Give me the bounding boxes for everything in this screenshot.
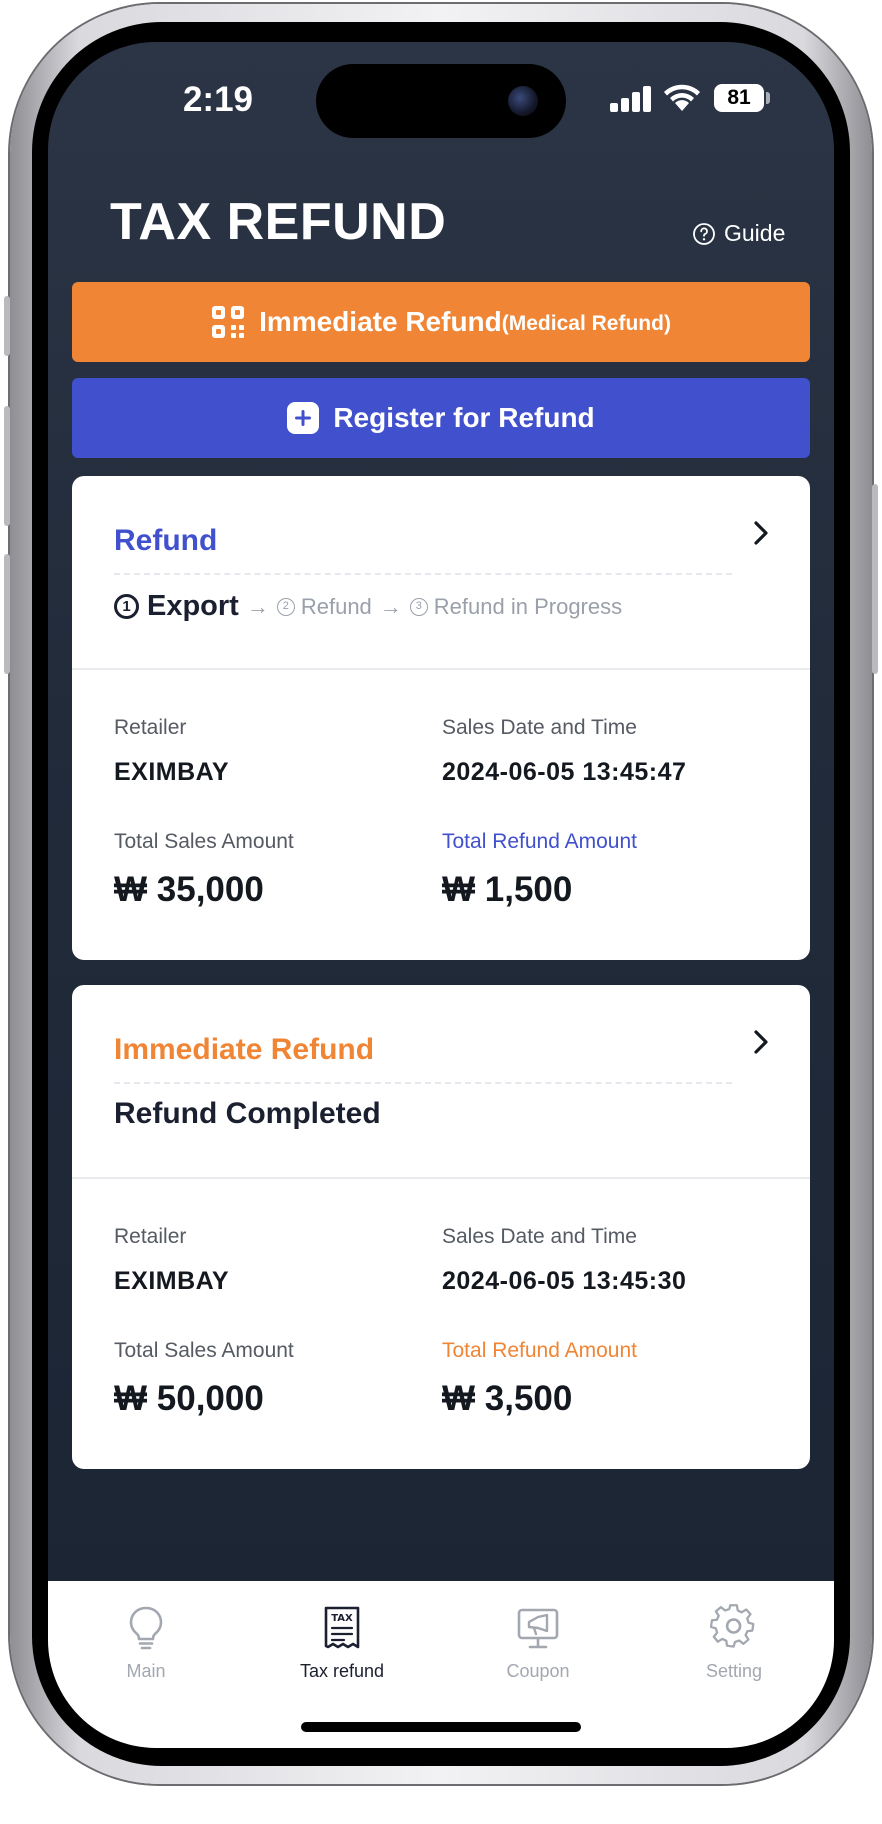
tab-setting[interactable]: Setting bbox=[636, 1603, 832, 1682]
refund-card[interactable]: Refund 1 Export → 2 Refund → 3 Refund in… bbox=[72, 476, 810, 960]
retailer-value: EXIMBAY bbox=[114, 1267, 230, 1295]
immediate-refund-sublabel: (Medical Refund) bbox=[501, 312, 671, 335]
guide-link[interactable]: Guide bbox=[692, 220, 785, 247]
lightbulb-icon bbox=[129, 1606, 163, 1650]
immediate-refund-button[interactable]: Immediate Refund (Medical Refund) bbox=[72, 282, 810, 362]
refund-steps: 1 Export → 2 Refund → 3 Refund in Progre… bbox=[114, 590, 622, 623]
battery-icon: 81 bbox=[714, 84, 764, 112]
status-time: 2:19 bbox=[182, 80, 254, 119]
total-sales-label: Total Sales Amount bbox=[114, 830, 294, 853]
arrow-right-icon: → bbox=[379, 593, 402, 619]
app-screen: 2:19 81 TAX REFUND Guide Immediate Refun… bbox=[48, 42, 834, 1748]
step-1-number: 1 bbox=[114, 594, 139, 619]
retailer-label: Retailer bbox=[114, 1225, 187, 1248]
total-sales-label: Total Sales Amount bbox=[114, 1339, 294, 1362]
guide-label: Guide bbox=[724, 220, 786, 246]
tab-coupon-label: Coupon bbox=[506, 1661, 570, 1681]
sales-date-value: 2024-06-05 13:45:47 bbox=[442, 758, 687, 786]
step-3: 3 Refund in Progress bbox=[409, 593, 623, 620]
front-camera bbox=[508, 86, 538, 116]
tab-coupon[interactable]: Coupon bbox=[440, 1603, 636, 1682]
chevron-right-icon[interactable] bbox=[750, 518, 772, 548]
coupon-screen-icon bbox=[517, 1608, 559, 1649]
retailer-label: Retailer bbox=[114, 716, 187, 739]
qr-code-icon bbox=[211, 305, 245, 339]
immediate-refund-type-label: Immediate Refund bbox=[114, 1033, 375, 1066]
retailer-value: EXIMBAY bbox=[114, 758, 230, 786]
tab-tax-refund[interactable]: TAX Tax refund bbox=[244, 1603, 440, 1682]
tax-receipt-icon: TAX bbox=[324, 1606, 360, 1649]
step-1-label: Export bbox=[147, 590, 239, 622]
total-sales-amount: ₩ 35,000 bbox=[114, 870, 264, 909]
immediate-refund-card[interactable]: Immediate Refund Refund Completed Retail… bbox=[72, 985, 810, 1469]
sales-date-value: 2024-06-05 13:45:30 bbox=[442, 1267, 687, 1295]
volume-up-button bbox=[4, 406, 10, 526]
power-button bbox=[872, 484, 878, 674]
register-refund-label: Register for Refund bbox=[333, 402, 595, 433]
register-refund-button[interactable]: Register for Refund bbox=[72, 378, 810, 458]
silent-switch bbox=[4, 296, 10, 356]
step-3-label: Refund in Progress bbox=[433, 593, 623, 619]
step-1-active: 1 Export bbox=[114, 590, 239, 623]
total-refund-amount: ₩ 3,500 bbox=[442, 1379, 573, 1418]
step-2-label: Refund bbox=[300, 593, 372, 619]
step-2: 2 Refund bbox=[276, 593, 372, 620]
plus-square-icon bbox=[287, 402, 320, 434]
divider-dashed bbox=[114, 573, 732, 575]
chevron-right-icon[interactable] bbox=[750, 1027, 772, 1057]
immediate-refund-label: Immediate Refund bbox=[259, 306, 502, 337]
help-circle-icon bbox=[693, 222, 715, 245]
immediate-refund-card-header: Immediate Refund Refund Completed bbox=[72, 985, 810, 1179]
tab-main[interactable]: Main bbox=[48, 1603, 244, 1682]
dynamic-island bbox=[316, 64, 566, 138]
tab-setting-label: Setting bbox=[705, 1661, 763, 1681]
arrow-right-icon: → bbox=[246, 593, 269, 619]
gear-icon bbox=[710, 1604, 755, 1648]
volume-down-button bbox=[4, 554, 10, 674]
total-refund-label: Total Refund Amount bbox=[442, 830, 637, 853]
step-3-number: 3 bbox=[409, 597, 428, 616]
refund-status: Refund Completed bbox=[114, 1097, 381, 1130]
page-title: TAX REFUND bbox=[110, 193, 447, 251]
sales-date-label: Sales Date and Time bbox=[442, 1225, 637, 1248]
tab-main-label: Main bbox=[126, 1661, 166, 1681]
sales-date-label: Sales Date and Time bbox=[442, 716, 637, 739]
step-2-number: 2 bbox=[276, 597, 295, 616]
total-sales-amount: ₩ 50,000 bbox=[114, 1379, 264, 1418]
wifi-icon bbox=[664, 84, 700, 111]
home-indicator[interactable] bbox=[301, 1722, 581, 1732]
refund-card-header: Refund 1 Export → 2 Refund → 3 Refund in… bbox=[72, 476, 810, 670]
tab-tax-refund-label: Tax refund bbox=[299, 1661, 385, 1681]
divider-dashed bbox=[114, 1082, 732, 1084]
svg-text:TAX: TAX bbox=[331, 1613, 353, 1624]
total-refund-amount: ₩ 1,500 bbox=[442, 870, 573, 909]
refund-type-label: Refund bbox=[114, 524, 218, 557]
battery-tip bbox=[766, 92, 770, 104]
total-refund-label: Total Refund Amount bbox=[442, 1339, 637, 1362]
cellular-signal-icon bbox=[610, 86, 652, 112]
